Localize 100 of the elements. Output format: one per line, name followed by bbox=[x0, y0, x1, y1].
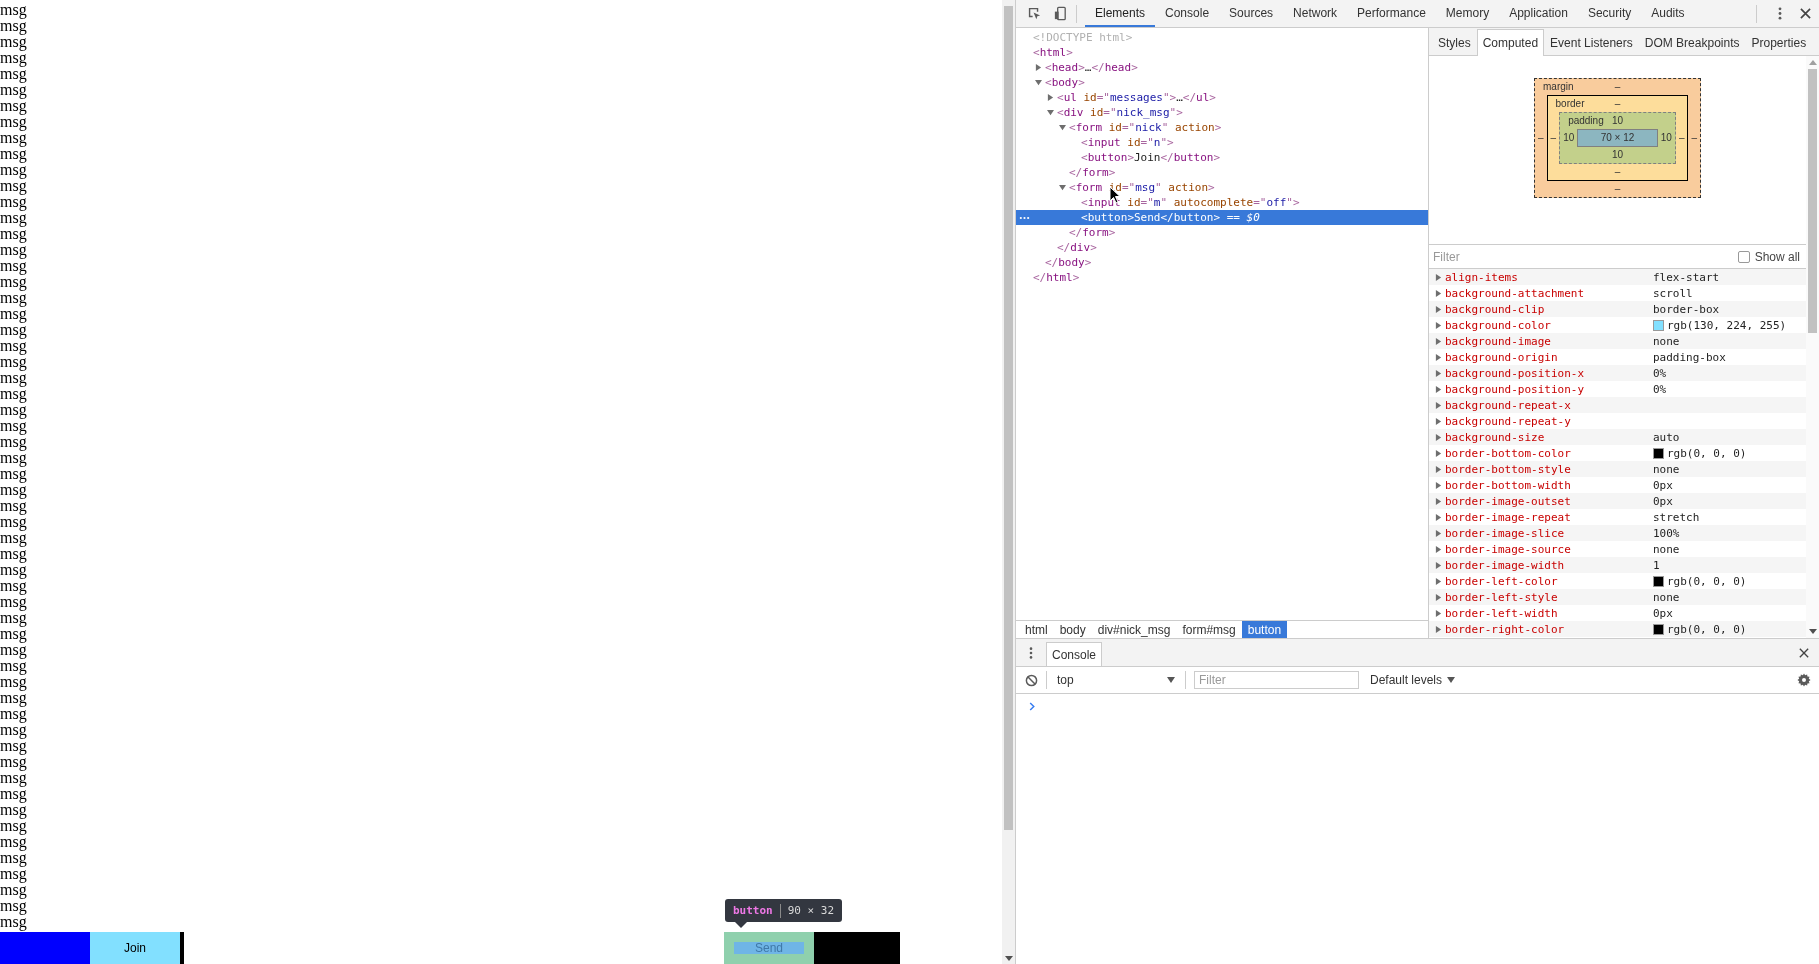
property-row[interactable]: background-position-y 0% bbox=[1429, 381, 1806, 397]
expand-toggle-icon[interactable] bbox=[1035, 64, 1042, 71]
property-row[interactable]: border-image-outset 0px bbox=[1429, 493, 1806, 509]
property-row[interactable]: border-bottom-width 0px bbox=[1429, 477, 1806, 493]
device-icon[interactable] bbox=[1053, 6, 1068, 21]
devtools-tab[interactable]: Console bbox=[1155, 0, 1220, 27]
scrollbar[interactable] bbox=[1806, 56, 1819, 638]
property-row[interactable]: align-items flex-start bbox=[1429, 269, 1806, 285]
join-button[interactable]: Join bbox=[90, 932, 180, 964]
dom-node[interactable]: <form id="nick" action> bbox=[1016, 120, 1428, 135]
color-swatch[interactable] bbox=[1653, 447, 1664, 459]
devtools-tab[interactable]: Audits bbox=[1641, 0, 1695, 27]
dom-node[interactable]: <button>Send</button> == $0 bbox=[1016, 210, 1428, 225]
property-row[interactable]: background-clip border-box bbox=[1429, 301, 1806, 317]
clear-icon[interactable] bbox=[1025, 673, 1038, 687]
closing-tag[interactable]: </html> bbox=[1016, 270, 1428, 285]
levels-dropdown[interactable]: Default levels bbox=[1364, 672, 1462, 688]
breadcrumb[interactable]: button bbox=[1241, 621, 1288, 638]
dom-node[interactable]: <div id="nick_msg"> bbox=[1016, 105, 1428, 120]
input-field[interactable] bbox=[0, 932, 90, 964]
scrollbar[interactable] bbox=[1002, 0, 1016, 964]
scroll-down-icon[interactable] bbox=[1808, 629, 1817, 634]
box-value: – bbox=[1614, 166, 1621, 177]
property-row[interactable]: border-left-color rgb(0, 0, 0) bbox=[1429, 573, 1806, 589]
box-value: – bbox=[1538, 132, 1544, 144]
property-row[interactable]: background-repeat-y bbox=[1429, 413, 1806, 429]
dom-node[interactable]: <input id="m" autocomplete="off"> bbox=[1016, 195, 1428, 210]
close-icon[interactable] bbox=[1800, 8, 1811, 19]
property-row[interactable]: background-color rgb(130, 224, 255) bbox=[1429, 317, 1806, 333]
property-value: padding-box bbox=[1653, 350, 1726, 364]
property-row[interactable]: background-position-x 0% bbox=[1429, 365, 1806, 381]
property-name: border-image-outset bbox=[1445, 494, 1572, 508]
devtools-tab[interactable]: Performance bbox=[1347, 0, 1436, 27]
property-row[interactable]: border-image-source none bbox=[1429, 541, 1806, 557]
property-row[interactable]: background-size auto bbox=[1429, 429, 1806, 445]
close-icon[interactable] bbox=[1799, 647, 1809, 658]
property-row[interactable]: border-bottom-color rgb(0, 0, 0) bbox=[1429, 445, 1806, 461]
more-icon[interactable] bbox=[1029, 645, 1033, 660]
more-icon[interactable] bbox=[1778, 6, 1782, 21]
ellipsis-icon[interactable] bbox=[1019, 216, 1030, 220]
devtools-tab[interactable]: Sources bbox=[1219, 0, 1284, 27]
drawer-tab[interactable]: Console bbox=[1046, 642, 1103, 666]
filter-field[interactable]: Filter bbox=[1194, 671, 1359, 689]
dom-node[interactable]: <button>Join</button> bbox=[1016, 150, 1428, 165]
breadcrumb[interactable]: form#msg bbox=[1176, 621, 1242, 638]
dom-node[interactable]: <html> bbox=[1016, 45, 1428, 60]
message-text: msg bbox=[0, 466, 27, 482]
expand-toggle-icon[interactable] bbox=[1047, 109, 1054, 116]
sidebar-tab[interactable]: Styles bbox=[1432, 29, 1477, 55]
devtools-tab[interactable]: Memory bbox=[1435, 0, 1500, 27]
message-text: msg bbox=[0, 626, 27, 642]
filter-field[interactable]: Filter bbox=[1429, 248, 1738, 265]
checkbox-label[interactable]: Show all bbox=[1754, 249, 1800, 264]
devtools-tab[interactable]: Application bbox=[1499, 0, 1578, 27]
scroll-down-icon[interactable] bbox=[1005, 956, 1013, 961]
settings-icon[interactable] bbox=[1797, 673, 1811, 687]
dom-node[interactable]: <head>…</head> bbox=[1016, 60, 1428, 75]
sidebar-tab[interactable]: DOM Breakpoints bbox=[1638, 29, 1746, 55]
devtools-tab[interactable]: Elements bbox=[1085, 0, 1156, 27]
property-row[interactable]: border-left-style none bbox=[1429, 589, 1806, 605]
closing-tag[interactable]: </div> bbox=[1016, 240, 1428, 255]
context-select[interactable]: top bbox=[1055, 673, 1177, 687]
message-text: msg bbox=[0, 482, 27, 498]
sidebar-tab[interactable]: Event Listeners bbox=[1544, 29, 1639, 55]
closing-tag[interactable]: </form> bbox=[1016, 165, 1428, 180]
color-swatch[interactable] bbox=[1653, 623, 1664, 635]
property-row[interactable]: border-image-slice 100% bbox=[1429, 525, 1806, 541]
sidebar-tab[interactable]: Computed bbox=[1476, 29, 1545, 56]
devtools-tab[interactable]: Network bbox=[1283, 0, 1348, 27]
closing-tag[interactable]: </body> bbox=[1016, 255, 1428, 270]
expand-toggle-icon[interactable] bbox=[1047, 94, 1054, 101]
breadcrumb[interactable]: body bbox=[1053, 621, 1092, 638]
dom-node[interactable]: <input id="n"> bbox=[1016, 135, 1428, 150]
box-label: border bbox=[1554, 98, 1586, 110]
message-text: msg bbox=[0, 770, 27, 786]
property-row[interactable]: background-image none bbox=[1429, 333, 1806, 349]
property-row[interactable]: border-bottom-style none bbox=[1429, 461, 1806, 477]
breadcrumb[interactable]: div#nick_msg bbox=[1091, 621, 1177, 638]
dom-node[interactable]: <ul id="messages">…</ul> bbox=[1016, 90, 1428, 105]
dom-node[interactable]: <body> bbox=[1016, 75, 1428, 90]
expand-toggle-icon[interactable] bbox=[1059, 184, 1066, 191]
sidebar-tab[interactable]: Properties bbox=[1745, 29, 1813, 55]
devtools-tab[interactable]: Security bbox=[1577, 0, 1642, 27]
property-row[interactable]: border-left-width 0px bbox=[1429, 605, 1806, 621]
expand-toggle-icon[interactable] bbox=[1059, 124, 1066, 131]
checkbox[interactable] bbox=[1737, 250, 1750, 263]
property-row[interactable]: border-right-color rgb(0, 0, 0) bbox=[1429, 621, 1806, 637]
property-row[interactable]: background-origin padding-box bbox=[1429, 349, 1806, 365]
inspect-icon[interactable] bbox=[1027, 6, 1042, 21]
property-name: background-position-x bbox=[1445, 366, 1586, 380]
expand-toggle-icon[interactable] bbox=[1035, 79, 1042, 86]
property-row[interactable]: background-attachment scroll bbox=[1429, 285, 1806, 301]
color-swatch[interactable] bbox=[1653, 319, 1664, 331]
input-field[interactable] bbox=[814, 932, 900, 964]
closing-tag[interactable]: </form> bbox=[1016, 225, 1428, 240]
property-row[interactable]: border-image-repeat stretch bbox=[1429, 509, 1806, 525]
breadcrumb[interactable]: html bbox=[1019, 621, 1054, 638]
property-row[interactable]: background-repeat-x bbox=[1429, 397, 1806, 413]
color-swatch[interactable] bbox=[1653, 575, 1664, 587]
property-row[interactable]: border-image-width 1 bbox=[1429, 557, 1806, 573]
